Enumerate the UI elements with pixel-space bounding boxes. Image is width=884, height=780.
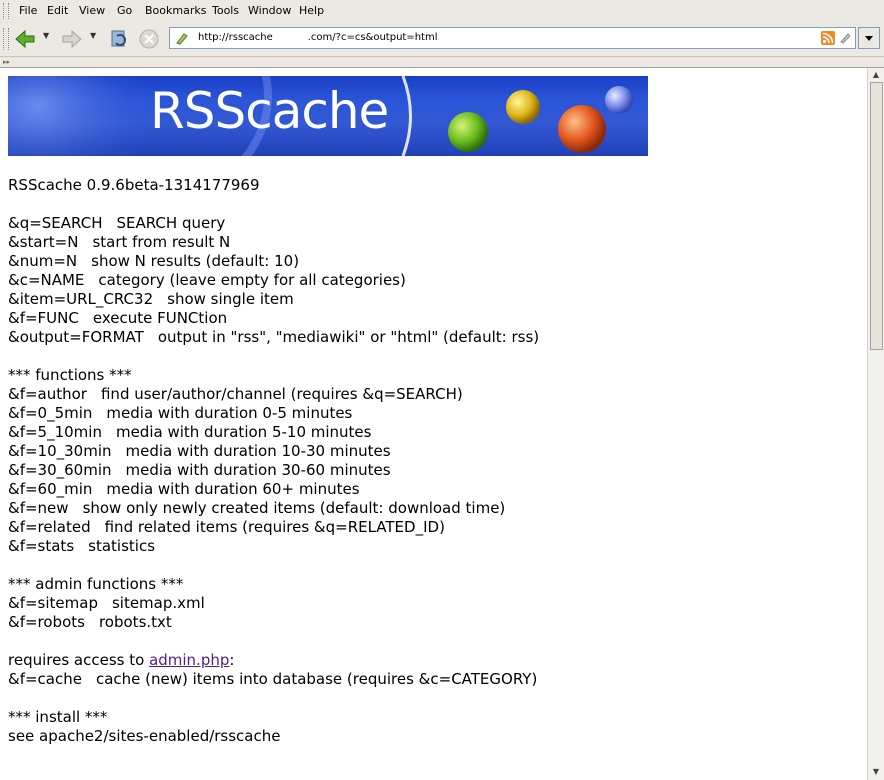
function-line: &f=60_min media with duration 60+ minutes bbox=[8, 480, 360, 498]
address-bar[interactable]: http://rsscache .com/?c=cs&output=html bbox=[169, 27, 856, 49]
stop-icon bbox=[139, 29, 159, 49]
param-line: &start=N start from result N bbox=[8, 233, 231, 251]
menu-go[interactable]: Go bbox=[117, 4, 132, 17]
scrollbar-thumb[interactable] bbox=[870, 82, 883, 350]
toolbar-grip[interactable] bbox=[3, 28, 9, 50]
rss-feed-icon[interactable] bbox=[821, 31, 835, 45]
reload-icon bbox=[111, 30, 126, 47]
reload-button[interactable] bbox=[107, 27, 131, 51]
menu-window[interactable]: Window bbox=[248, 4, 291, 17]
banner-image: RSScache bbox=[8, 76, 648, 156]
function-line: &f=0_5min media with duration 0-5 minutes bbox=[8, 404, 353, 422]
param-line: &output=FORMAT output in "rss", "mediawik… bbox=[8, 328, 540, 346]
menu-bar: File Edit View Go Bookmarks Tools Window… bbox=[0, 0, 884, 23]
admin-line: &f=robots robots.txt bbox=[8, 613, 172, 631]
function-line: &f=stats statistics bbox=[8, 537, 156, 555]
forward-arrow-icon bbox=[62, 29, 82, 49]
forward-button[interactable] bbox=[60, 27, 84, 51]
toolbar-strip: ▸▸ bbox=[0, 57, 884, 68]
chevron-down-icon bbox=[865, 36, 873, 41]
cache-line: &f=cache cache (new) items into database … bbox=[8, 670, 538, 688]
navigation-toolbar: ▼ ▼ http://rsscache .com/?c=cs&output=ht… bbox=[0, 22, 884, 57]
functions-header: *** functions *** bbox=[8, 366, 132, 384]
admin-header: *** admin functions *** bbox=[8, 575, 184, 593]
function-line: &f=new show only newly created items (def… bbox=[8, 499, 506, 517]
function-line: &f=author find user/author/channel (requi… bbox=[8, 385, 463, 403]
param-line: &f=FUNC execute FUNCtion bbox=[8, 309, 228, 327]
url-text[interactable]: http://rsscache .com/?c=cs&output=html bbox=[198, 32, 437, 43]
param-line: &c=NAME category (leave empty for all cat… bbox=[8, 271, 406, 289]
toolbar-grip[interactable] bbox=[3, 3, 9, 19]
scroll-up-icon[interactable]: ▲ bbox=[869, 68, 883, 82]
requires-line: requires access to admin.php: bbox=[8, 651, 235, 669]
admin-php-link[interactable]: admin.php bbox=[149, 651, 229, 669]
function-line: &f=10_30min media with duration 10-30 min… bbox=[8, 442, 391, 460]
stop-button[interactable] bbox=[137, 27, 161, 51]
back-dropdown-icon[interactable]: ▼ bbox=[43, 31, 53, 45]
forward-dropdown-icon[interactable]: ▼ bbox=[90, 31, 100, 45]
security-icon[interactable] bbox=[838, 31, 852, 45]
collapse-grip-icon[interactable]: ▸▸ bbox=[3, 58, 10, 66]
back-button[interactable] bbox=[13, 27, 37, 51]
function-line: &f=30_60min media with duration 30-60 min… bbox=[8, 461, 391, 479]
menu-bookmarks[interactable]: Bookmarks bbox=[145, 4, 206, 17]
documentation-text: RSScache 0.9.6beta-1314177969 &q=SEARCH S… bbox=[8, 176, 539, 746]
install-header: *** install *** bbox=[8, 708, 108, 726]
vertical-scrollbar[interactable]: ▲ ▼ bbox=[867, 68, 884, 780]
menu-tools[interactable]: Tools bbox=[212, 4, 239, 17]
back-arrow-icon bbox=[15, 29, 35, 49]
admin-line: &f=sitemap sitemap.xml bbox=[8, 594, 205, 612]
param-line: &num=N show N results (default: 10) bbox=[8, 252, 300, 270]
menu-edit[interactable]: Edit bbox=[47, 4, 68, 17]
url-history-dropdown[interactable] bbox=[858, 27, 880, 49]
install-text: see apache2/sites-enabled/rsscache bbox=[8, 727, 281, 745]
page-content: RSScache RSScache 0.9.6beta-1314177969 &… bbox=[0, 68, 867, 780]
banner-title: RSScache bbox=[150, 82, 389, 140]
version-text: RSScache 0.9.6beta-1314177969 bbox=[8, 176, 260, 194]
menu-view[interactable]: View bbox=[79, 4, 105, 17]
page-proxy-icon[interactable] bbox=[175, 31, 189, 45]
param-line: &item=URL_CRC32 show single item bbox=[8, 290, 294, 308]
function-line: &f=5_10min media with duration 5-10 minut… bbox=[8, 423, 372, 441]
menu-help[interactable]: Help bbox=[299, 4, 324, 17]
function-line: &f=related find related items (requires &… bbox=[8, 518, 445, 536]
menu-file[interactable]: File bbox=[19, 4, 37, 17]
scroll-down-icon[interactable]: ▼ bbox=[869, 765, 883, 779]
param-line: &q=SEARCH SEARCH query bbox=[8, 214, 226, 232]
